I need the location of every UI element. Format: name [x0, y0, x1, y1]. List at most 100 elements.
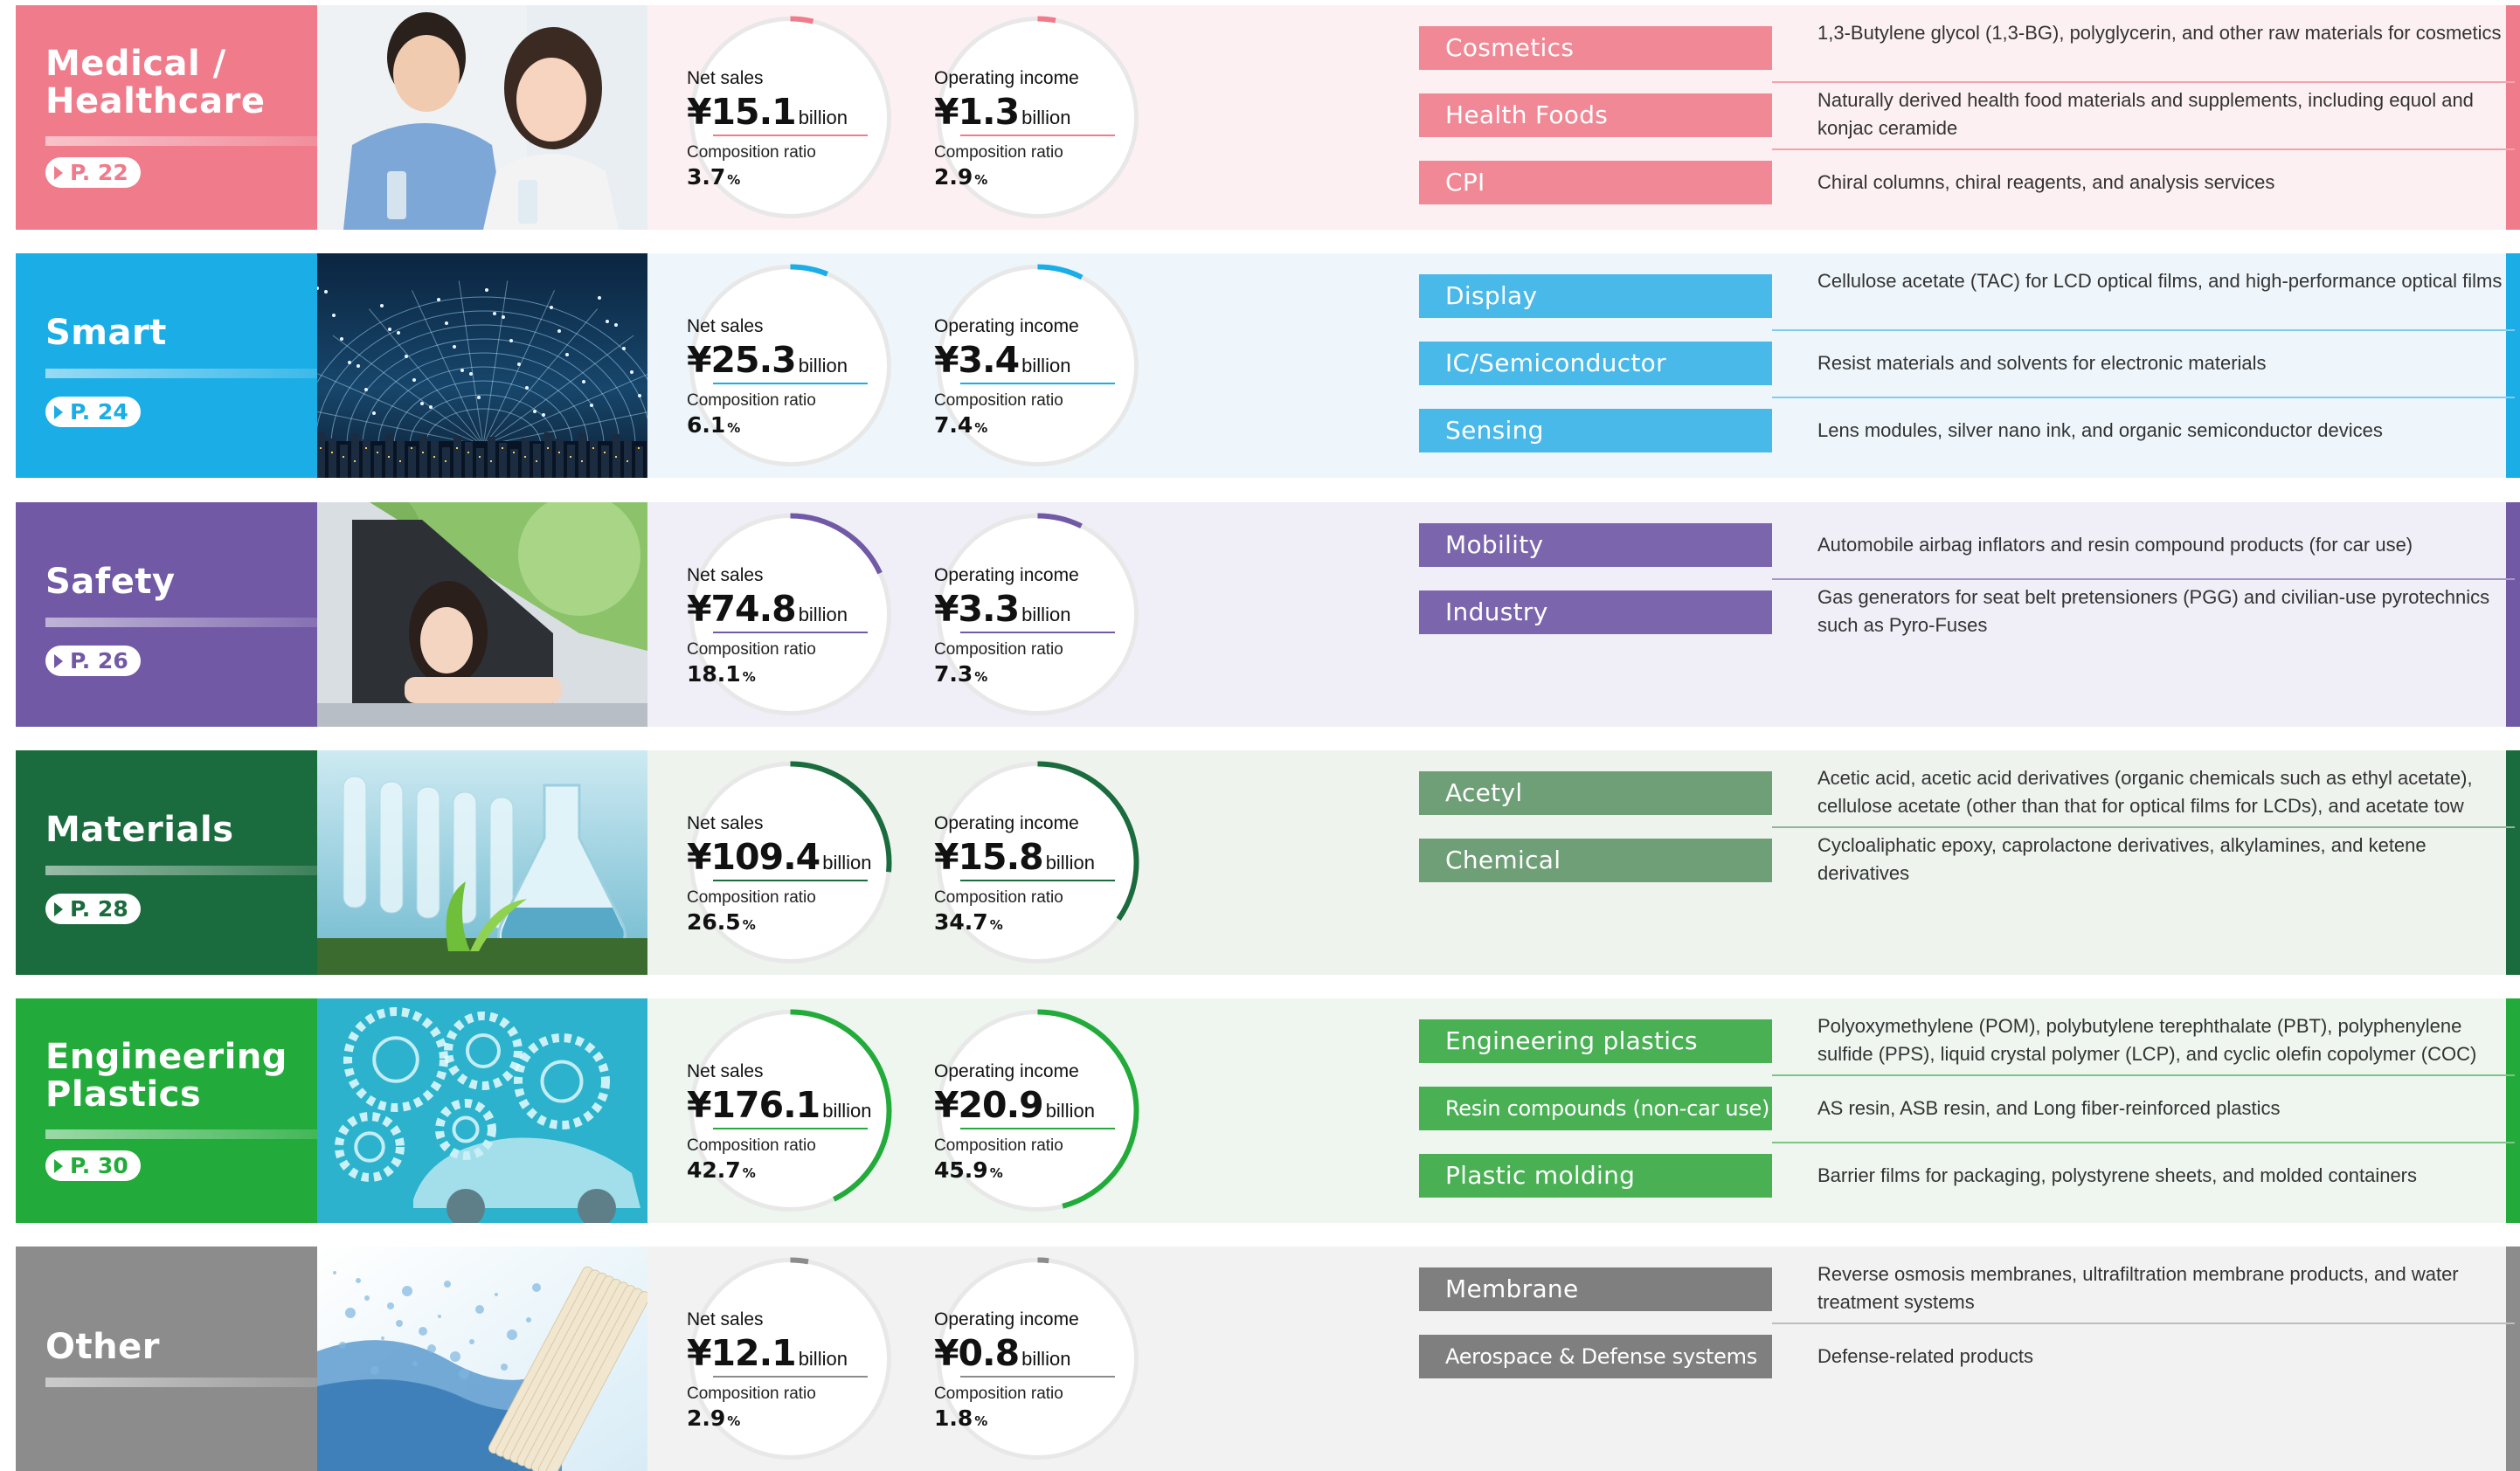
gears-car-icon	[317, 998, 647, 1223]
business-unit-description: Acetic acid, acetic acid derivatives (or…	[1817, 767, 2473, 817]
operating-income-ring-amount: ¥20.9	[934, 1084, 1044, 1126]
segment-page-link[interactable]: P. 30	[45, 1150, 141, 1181]
segment-page-link[interactable]: P. 24	[45, 397, 141, 427]
segment-medical-healthcare: Medical / Healthcare P. 22 Net sales ¥15.1 b…	[16, 5, 2520, 230]
net-sales-ring-ratio-value: 2.9	[687, 1405, 726, 1431]
operating-income-ring-unit: billion	[1021, 355, 1071, 376]
net-sales-ring-ratio-label: Composition ratio	[687, 888, 816, 907]
segment-label-block: Materials P. 28	[16, 750, 317, 975]
segment-edge-bar	[2506, 5, 2520, 230]
business-unit-acetyl: Acetyl	[1419, 771, 1772, 815]
net-sales-ring-value: ¥176.1 billion	[687, 1084, 894, 1126]
operating-income-ring-ratio-label: Composition ratio	[934, 1136, 1063, 1155]
business-separator	[1772, 148, 2515, 150]
operating-income-ring: Operating income ¥20.9 billion Composition …	[934, 1007, 1141, 1214]
business-unit-description: 1,3-Butylene glycol (1,3-BG), polyglycer…	[1817, 22, 2502, 44]
operating-income-ring-ratio-value: 1.8	[934, 1405, 973, 1431]
net-sales-ring: Net sales ¥25.3 billion Composition ratio 6.…	[687, 262, 894, 469]
segment-page-link[interactable]: P. 28	[45, 894, 141, 924]
net-sales-ring-divider	[713, 880, 868, 881]
play-arrow-icon	[54, 165, 63, 180]
operating-income-ring-divider	[960, 135, 1115, 136]
business-unit-resin-compounds-non-car-use: Resin compounds (non-car use)	[1419, 1087, 1772, 1130]
net-sales-ring-unit: billion	[798, 355, 848, 376]
water-membrane-icon-drawing	[317, 1247, 647, 1471]
net-sales-ring-unit: billion	[798, 604, 848, 625]
operating-income-ring-divider	[960, 1128, 1115, 1129]
business-unit-health-foods: Health Foods	[1419, 93, 1772, 137]
business-unit-membrane: Membrane	[1419, 1267, 1772, 1311]
net-sales-ring-unit: billion	[798, 107, 848, 128]
net-sales-ring-amount: ¥15.1	[687, 91, 797, 133]
segment-page-number: P. 24	[70, 399, 128, 425]
segment-edge-bar	[2506, 1247, 2520, 1471]
segment-materials: Materials P. 28 Net sales ¥109.4 billion Comp…	[16, 750, 2520, 975]
segment-page-number: P. 26	[70, 648, 128, 673]
business-unit-description: Cycloaliphatic epoxy, caprolactone deriv…	[1817, 834, 2427, 884]
operating-income-ring-unit: billion	[1021, 604, 1071, 625]
business-separator	[1772, 81, 2515, 83]
operating-income-ring: Operating income ¥3.3 billion Composition r…	[934, 511, 1141, 718]
segment-page-number: P. 28	[70, 896, 128, 922]
operating-income-ring-ratio: 7.4%	[934, 412, 1141, 438]
operating-income-ring-value: ¥15.8 billion	[934, 836, 1141, 878]
net-sales-ring-ratio: 3.7%	[687, 164, 894, 190]
net-sales-ring-amount: ¥12.1	[687, 1332, 797, 1374]
operating-income-ring-ratio-label: Composition ratio	[934, 640, 1063, 659]
segment-edge-bar	[2506, 253, 2520, 478]
segment-smart: Smart P. 24 Net sales ¥25.3 billion Compositi…	[16, 253, 2520, 478]
business-separator	[1772, 329, 2515, 331]
segment-edge-bar	[2506, 998, 2520, 1223]
business-unit-description: Resist materials and solvents for electr…	[1817, 352, 2267, 374]
operating-income-ring-value: ¥3.3 billion	[934, 588, 1141, 630]
net-sales-ring-value: ¥109.4 billion	[687, 836, 894, 878]
operating-income-ring: Operating income ¥0.8 billion Composition r…	[934, 1255, 1141, 1462]
operating-income-ring-ratio: 34.7%	[934, 909, 1141, 935]
net-sales-ring-divider	[713, 1376, 868, 1378]
net-sales-ring-percent-sign: %	[742, 669, 756, 685]
segment-title: Safety	[45, 562, 176, 602]
segment-title: Medical / Healthcare	[45, 44, 266, 121]
operating-income-ring-percent-sign: %	[989, 917, 1003, 933]
business-unit-description: Automobile airbag inflators and resin co…	[1817, 534, 2413, 556]
business-unit-cosmetics: Cosmetics	[1419, 26, 1772, 70]
segment-safety: Safety P. 26 Net sales ¥74.8 billion Composit…	[16, 502, 2520, 727]
net-sales-ring-unit: billion	[822, 1100, 872, 1122]
business-unit-industry: Industry	[1419, 590, 1772, 634]
operating-income-ring-amount: ¥3.4	[934, 339, 1020, 381]
operating-income-ring-percent-sign: %	[989, 1165, 1003, 1181]
operating-income-ring-divider	[960, 1376, 1115, 1378]
net-sales-ring: Net sales ¥109.4 billion Composition ratio 2…	[687, 759, 894, 966]
net-sales-ring-amount: ¥74.8	[687, 588, 797, 630]
couple-icon-drawing	[317, 5, 647, 230]
business-unit-mobility: Mobility	[1419, 523, 1772, 567]
net-sales-ring-percent-sign: %	[727, 420, 741, 436]
business-unit-description: Cellulose acetate (TAC) for LCD optical …	[1817, 270, 2503, 292]
operating-income-ring-percent-sign: %	[974, 420, 988, 436]
segment-page-number: P. 30	[70, 1153, 128, 1178]
operating-income-ring-divider	[960, 383, 1115, 384]
operating-income-ring-unit: billion	[1021, 1348, 1071, 1370]
car-driver-icon-drawing	[317, 502, 647, 727]
segment-other: Other Net sales ¥12.1 billion Composition ra…	[16, 1247, 2520, 1471]
segment-title: Materials	[45, 810, 234, 850]
net-sales-ring: Net sales ¥12.1 billion Composition ratio 2.…	[687, 1255, 894, 1462]
segment-page-link[interactable]: P. 22	[45, 157, 141, 188]
operating-income-ring-ratio-label: Composition ratio	[934, 1385, 1063, 1403]
operating-income-ring-unit: billion	[1021, 107, 1071, 128]
network-globe-icon-drawing	[317, 253, 647, 478]
operating-income-ring-amount: ¥15.8	[934, 836, 1044, 878]
business-unit-description: Barrier films for packaging, polystyrene…	[1817, 1164, 2418, 1186]
net-sales-ring-divider	[713, 135, 868, 136]
business-separator	[1772, 826, 2515, 828]
operating-income-ring-ratio-value: 2.9	[934, 164, 973, 190]
play-arrow-icon	[54, 653, 63, 668]
operating-income-ring-divider	[960, 880, 1115, 881]
operating-income-ring-ratio: 45.9%	[934, 1157, 1141, 1183]
business-separator	[1772, 397, 2515, 398]
segment-page-link[interactable]: P. 26	[45, 646, 141, 676]
business-unit-description: Chiral columns, chiral reagents, and ana…	[1817, 171, 2275, 193]
operating-income-ring-percent-sign: %	[974, 172, 988, 188]
net-sales-ring-amount: ¥176.1	[687, 1084, 820, 1126]
water-membrane-icon	[317, 1247, 647, 1471]
